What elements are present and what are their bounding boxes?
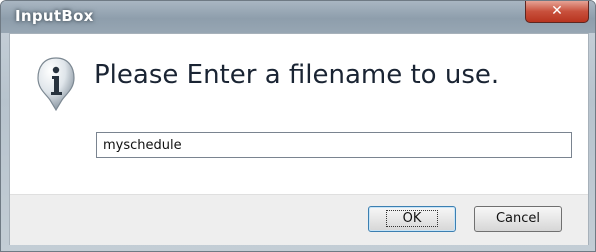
dialog-body: Please Enter a filename to use. OK Cance… [9,33,589,245]
title-bar[interactable]: InputBox ✕ [1,1,595,33]
close-icon: ✕ [551,3,563,19]
close-button[interactable]: ✕ [525,1,589,23]
window-title: InputBox [15,7,94,25]
cancel-button[interactable]: Cancel [474,206,562,232]
ok-button[interactable]: OK [368,206,456,232]
filename-input[interactable] [96,132,572,158]
inputbox-window: InputBox ✕ Please Enter a filename to us… [0,0,596,252]
button-area: OK Cancel [10,194,588,245]
info-icon [37,57,75,112]
dialog-content: Please Enter a filename to use. [10,34,588,194]
ok-button-label: OK [385,210,439,227]
cancel-button-label: Cancel [495,211,541,226]
prompt-text: Please Enter a filename to use. [94,60,500,90]
